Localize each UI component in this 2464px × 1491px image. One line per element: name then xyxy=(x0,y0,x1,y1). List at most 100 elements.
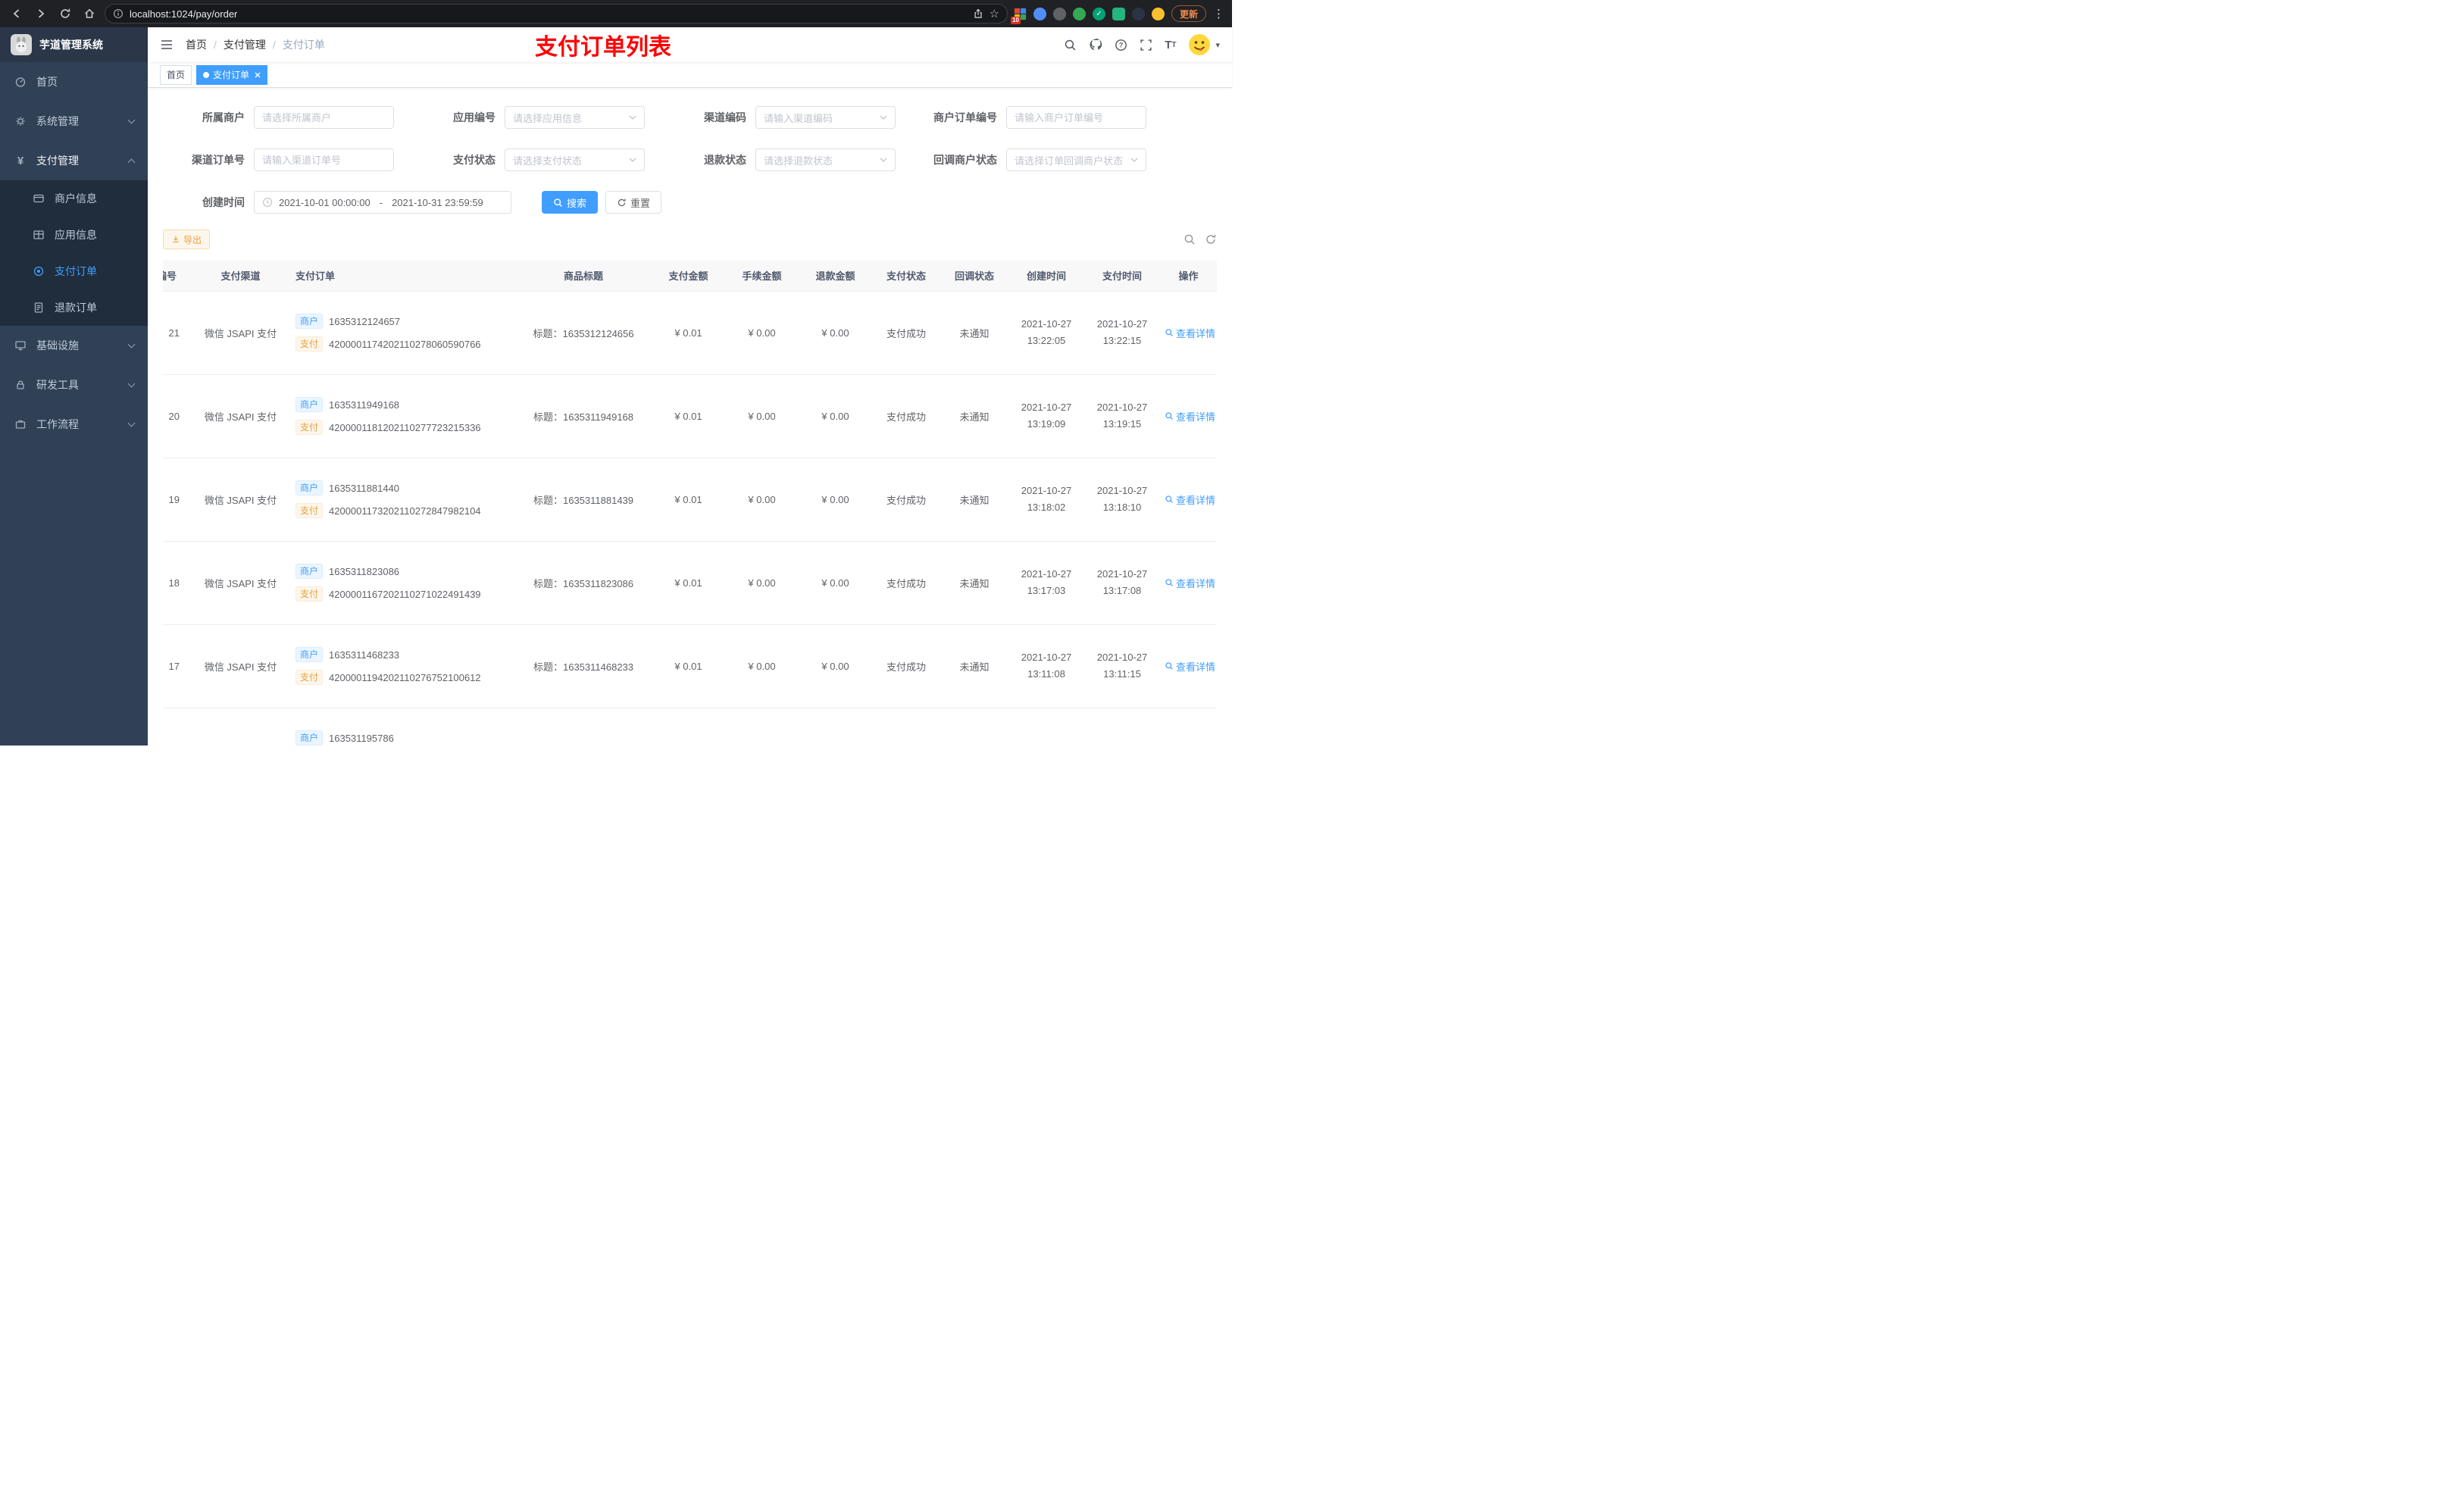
breadcrumb-pay-management[interactable]: 支付管理 xyxy=(224,37,266,52)
browser-menu-icon[interactable]: ⋮ xyxy=(1213,8,1224,20)
app-title: 芋道管理系统 xyxy=(39,39,103,51)
back-icon[interactable] xyxy=(8,5,26,23)
sidebar-item-pay-management[interactable]: ¥ 支付管理 xyxy=(0,141,148,180)
share-icon[interactable] xyxy=(973,8,983,19)
fullscreen-icon[interactable] xyxy=(1140,39,1152,52)
pay-status-select[interactable]: 请选择支付状态 xyxy=(505,148,645,171)
cell-notify: 未通知 xyxy=(940,541,1008,625)
view-detail-link[interactable]: 查看详情 xyxy=(1165,576,1215,590)
close-icon[interactable] xyxy=(255,72,261,78)
table-tools xyxy=(1184,233,1217,245)
table-header-row: 编号 支付渠道 支付订单 商品标题 支付金额 手续金额 退款金额 支付状态 回调… xyxy=(163,261,1217,292)
briefcase-icon xyxy=(14,418,27,430)
merchant-tag: 商户 xyxy=(295,564,324,579)
font-size-icon[interactable]: TT xyxy=(1165,39,1176,52)
tab-home[interactable]: 首页 xyxy=(160,64,192,85)
breadcrumb-home[interactable]: 首页 xyxy=(186,37,207,52)
search-button[interactable]: 搜索 xyxy=(542,191,599,214)
cell-order: 商户 1635311881440 支付 4200001173202110272847… xyxy=(288,458,515,542)
search-button-label: 搜索 xyxy=(567,197,587,209)
view-detail-link[interactable]: 查看详情 xyxy=(1165,492,1215,507)
cell-status: 支付成功 xyxy=(872,541,940,625)
filter-label: 渠道订单号 xyxy=(192,154,245,166)
table-toolbar: 导出 xyxy=(163,229,1217,250)
breadcrumb-separator: / xyxy=(214,39,217,51)
url-text[interactable]: localhost:1024/pay/order xyxy=(130,8,967,20)
cell-pay-time: 2021-10-27 13:22:15 xyxy=(1084,291,1160,375)
help-icon[interactable]: ? xyxy=(1115,39,1127,52)
toggle-search-icon[interactable] xyxy=(1184,233,1196,245)
forward-icon[interactable] xyxy=(32,5,50,23)
address-bar[interactable]: localhost:1024/pay/order ☆ xyxy=(105,4,1008,23)
cell-amount: ¥ 0.01 xyxy=(652,291,725,375)
pay-order-no: 4200001173202110272847982104 xyxy=(329,505,481,517)
sidebar-item-pay-order[interactable]: 支付订单 xyxy=(0,253,148,289)
sidebar-item-label: 支付订单 xyxy=(55,265,97,277)
tab-pay-order[interactable]: 支付订单 xyxy=(196,64,268,85)
chevron-down-icon xyxy=(629,158,636,162)
merchant-order-no-input[interactable] xyxy=(1006,106,1146,129)
sidebar-menu: 首页 系统管理 ¥ 支付管理 商户信息 应用信息 支付订单 退款订单 基础设施 … xyxy=(0,62,148,444)
export-button[interactable]: 导出 xyxy=(163,230,211,249)
gear-icon xyxy=(14,115,27,127)
merchant-order-no: 1635311949168 xyxy=(329,399,400,411)
refund-status-select[interactable]: 请选择退款状态 xyxy=(755,148,896,171)
cell-order: 商户 1635311823086 支付 4200001167202110271022… xyxy=(288,541,515,625)
extension-badge: 10 xyxy=(1010,16,1021,24)
filter-notify-status: 回调商户状态 请选择订单回调商户状态 xyxy=(915,148,1146,171)
view-detail-link[interactable]: 查看详情 xyxy=(1165,326,1215,340)
sidebar-item-app-info[interactable]: 应用信息 xyxy=(0,217,148,253)
search-icon[interactable] xyxy=(1064,39,1077,52)
tab-label: 支付订单 xyxy=(213,70,250,80)
sidebar-item-refund-order[interactable]: 退款订单 xyxy=(0,289,148,326)
bookmark-star-icon[interactable]: ☆ xyxy=(990,8,999,20)
filter-row-3: 创建时间 2021-10-01 00:00:00 - 2021-10-31 23… xyxy=(163,191,1217,214)
reset-button[interactable]: 重置 xyxy=(605,191,662,214)
select-placeholder: 请选择退款状态 xyxy=(764,155,833,167)
sidebar-item-system[interactable]: 系统管理 xyxy=(0,102,148,141)
extension-icon[interactable]: 10 xyxy=(1010,7,1027,24)
chevron-down-icon xyxy=(127,340,136,349)
sidebar-item-infrastructure[interactable]: 基础设施 xyxy=(0,326,148,365)
channel-code-select[interactable]: 请输入渠道编码 xyxy=(755,106,896,129)
extension-icon[interactable] xyxy=(1131,7,1145,20)
chevron-down-icon xyxy=(1130,158,1138,162)
site-info-icon[interactable] xyxy=(113,8,124,19)
browser-update-button[interactable]: 更新 xyxy=(1171,5,1206,22)
cell-refund: ¥ 0.00 xyxy=(799,624,872,708)
channel-order-no-input[interactable] xyxy=(254,148,394,171)
refresh-icon[interactable] xyxy=(1205,233,1217,245)
sidebar-item-home[interactable]: 首页 xyxy=(0,62,148,102)
date-end: 2021-10-31 23:59:59 xyxy=(392,196,483,208)
export-button-label: 导出 xyxy=(183,234,202,245)
merchant-input[interactable] xyxy=(254,106,394,129)
svg-text:?: ? xyxy=(1119,41,1124,48)
view-detail-link[interactable]: 查看详情 xyxy=(1165,659,1215,674)
date-range-picker[interactable]: 2021-10-01 00:00:00 - 2021-10-31 23:59:5… xyxy=(254,191,511,214)
app-select[interactable]: 请选择应用信息 xyxy=(505,106,645,129)
cell-fee: ¥ 0.00 xyxy=(725,624,799,708)
hamburger-icon[interactable] xyxy=(160,38,174,52)
chevron-down-icon xyxy=(880,115,887,120)
view-detail-link[interactable]: 查看详情 xyxy=(1165,409,1215,424)
extension-icon[interactable] xyxy=(1112,7,1125,20)
sidebar-item-merchant-info[interactable]: 商户信息 xyxy=(0,180,148,217)
github-icon[interactable] xyxy=(1089,38,1102,52)
extension-icon[interactable]: ✓ xyxy=(1092,7,1105,20)
home-icon[interactable] xyxy=(80,5,98,23)
pay-tag: 支付 xyxy=(295,503,324,518)
table-row-partial: 商户163531195786 支付 xyxy=(163,708,1217,746)
sidebar-item-dev-tools[interactable]: 研发工具 xyxy=(0,365,148,405)
extension-icon[interactable] xyxy=(1052,7,1066,20)
user-menu[interactable]: ▾ xyxy=(1188,33,1220,56)
chevron-down-icon xyxy=(127,116,136,124)
extension-icon[interactable] xyxy=(1151,7,1165,20)
extension-icon[interactable] xyxy=(1072,7,1086,20)
merchant-order-no: 1635311823086 xyxy=(329,565,400,577)
extension-icon[interactable] xyxy=(1033,7,1046,20)
notify-status-select[interactable]: 请选择订单回调商户状态 xyxy=(1006,148,1146,171)
reload-icon[interactable] xyxy=(56,5,74,23)
cell-pay-time: 2021-10-27 13:17:08 xyxy=(1084,541,1160,625)
sidebar-item-workflow[interactable]: 工作流程 xyxy=(0,405,148,444)
breadcrumb: 首页 / 支付管理 / 支付订单 xyxy=(186,37,325,52)
